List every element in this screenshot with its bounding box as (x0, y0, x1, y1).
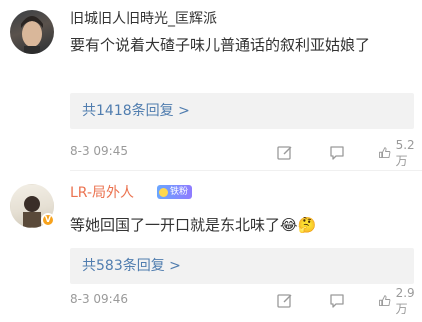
edit-icon (277, 146, 292, 160)
comment-icon (330, 146, 344, 160)
verified-badge-icon: V (41, 213, 55, 227)
edit-icon (277, 294, 292, 308)
view-replies-link[interactable]: 共583条回复 > (82, 248, 181, 284)
like-icon (379, 295, 391, 306)
fan-badge: 铁粉 (157, 185, 193, 199)
like-button[interactable]: 2.9万 (378, 286, 419, 316)
timestamp: 8-3 09:45 (70, 144, 128, 158)
like-count: 2.9万 (395, 285, 415, 316)
like-count: 5.2万 (395, 137, 415, 168)
like-icon (379, 147, 391, 158)
comment-item: 旧城旧人旧時光_匡辉派 要有个说着大碴子味儿普通话的叙利亚姑娘了 共1418条回… (0, 0, 422, 170)
edit-button[interactable] (276, 291, 294, 311)
fan-badge-icon (159, 187, 168, 197)
like-button[interactable]: 5.2万 (378, 138, 419, 168)
edit-button[interactable] (276, 143, 294, 163)
comment-meta: 8-3 09:46 2.9万 (70, 286, 415, 316)
comment-meta: 8-3 09:45 5.2万 (70, 138, 415, 168)
comment-icon (330, 294, 344, 308)
comment-text: 等她回国了一开口就是东北味了😂🤔 (70, 216, 317, 234)
comment-button[interactable] (328, 143, 346, 163)
username[interactable]: LR-局外人 (70, 184, 134, 202)
comment-text: 要有个说着大碴子味儿普通话的叙利亚姑娘了 (70, 36, 371, 54)
view-replies-link[interactable]: 共1418条回复 > (82, 93, 190, 129)
avatar[interactable] (10, 10, 54, 54)
replies-box[interactable]: 共583条回复 > (70, 248, 414, 284)
timestamp: 8-3 09:46 (70, 292, 128, 306)
comment-item: V LR-局外人 铁粉 等她回国了一开口就是东北味了😂🤔 共583条回复 > 8… (0, 170, 422, 322)
comment-button[interactable] (328, 291, 346, 311)
username[interactable]: 旧城旧人旧時光_匡辉派 (70, 10, 217, 28)
avatar-portrait-icon (21, 16, 43, 54)
replies-box[interactable]: 共1418条回复 > (70, 93, 414, 129)
fan-badge-label: 铁粉 (170, 187, 189, 197)
